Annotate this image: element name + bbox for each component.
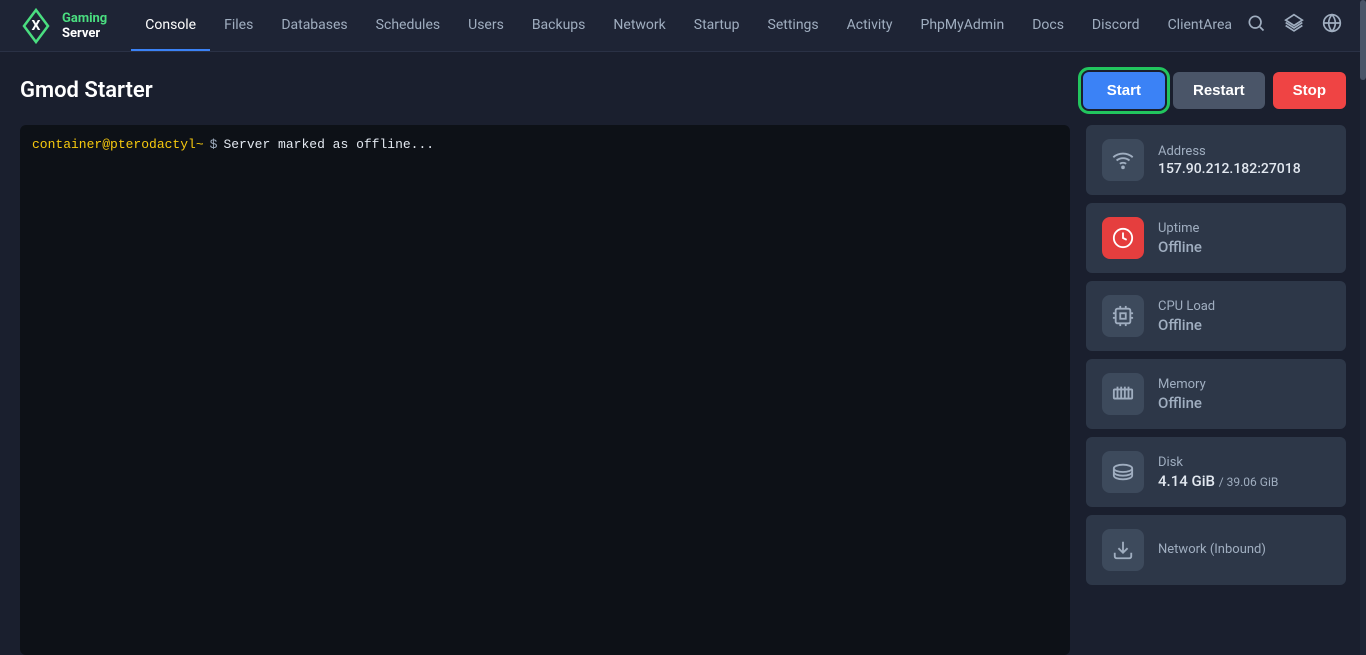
download-icon [1102,529,1144,571]
stat-label-uptime: Uptime [1158,221,1202,236]
console-panel[interactable]: container@pterodactyl~ $ Server marked a… [20,125,1070,655]
button-group: Start Restart Stop [1083,72,1346,109]
stat-info-disk: Disk 4.14 GiB / 39.06 GiB [1158,455,1278,490]
memory-icon [1102,373,1144,415]
nav-item-backups[interactable]: Backups [518,0,600,51]
nav-item-network[interactable]: Network [599,0,679,51]
stat-label-address: Address [1158,144,1301,159]
svg-text:X: X [32,18,41,34]
stat-card-memory: Memory Offline [1086,359,1346,429]
nav-item-databases[interactable]: Databases [267,0,361,51]
layers-icon[interactable] [1284,13,1304,38]
stat-info-uptime: Uptime Offline [1158,221,1202,256]
scrollbar-track[interactable] [1360,0,1366,655]
stat-label-disk: Disk [1158,455,1278,470]
console-line: container@pterodactyl~ $ Server marked a… [32,137,1058,152]
stat-value-address: 157.90.212.182:27018 [1158,161,1301,177]
nav-item-phpmyadmin[interactable]: PhpMyAdmin [906,0,1018,51]
header: X Gaming Server Console Files Databases … [0,0,1366,52]
logo-area: X Gaming Server [16,6,107,46]
nav-item-activity[interactable]: Activity [833,0,907,51]
stat-value-cpu: Offline [1158,316,1215,334]
stat-info-network-inbound: Network (Inbound) [1158,542,1266,559]
stat-card-uptime: Uptime Offline [1086,203,1346,273]
restart-button[interactable]: Restart [1173,72,1265,109]
cpu-icon [1102,295,1144,337]
stat-card-address: Address 157.90.212.182:27018 [1086,125,1346,195]
search-icon[interactable] [1246,13,1266,38]
stats-panel: Address 157.90.212.182:27018 Uptime Offl… [1086,125,1346,655]
page-title: Gmod Starter [20,78,153,103]
stat-card-cpu: CPU Load Offline [1086,281,1346,351]
stat-card-network-inbound: Network (Inbound) [1086,515,1346,585]
main-nav: Console Files Databases Schedules Users … [131,0,1246,51]
nav-item-clientarea[interactable]: ClientArea [1154,0,1246,51]
nav-item-docs[interactable]: Docs [1018,0,1078,51]
header-right [1246,13,1366,38]
stat-info-memory: Memory Offline [1158,377,1206,412]
nav-item-console[interactable]: Console [131,0,210,51]
globe-icon[interactable] [1322,13,1342,38]
console-separator: $ [210,137,218,152]
console-output: Server marked as offline... [223,137,434,152]
content-area: container@pterodactyl~ $ Server marked a… [20,125,1346,655]
main-content: Gmod Starter Start Restart Stop containe… [0,52,1366,655]
stat-value-uptime: Offline [1158,238,1202,256]
page-header: Gmod Starter Start Restart Stop [20,72,1346,109]
nav-item-settings[interactable]: Settings [754,0,833,51]
nav-item-files[interactable]: Files [210,0,267,51]
nav-item-schedules[interactable]: Schedules [362,0,454,51]
stop-button[interactable]: Stop [1273,72,1346,109]
stat-label-cpu: CPU Load [1158,299,1215,314]
nav-item-users[interactable]: Users [454,0,518,51]
stat-info-cpu: CPU Load Offline [1158,299,1215,334]
stat-value-memory: Offline [1158,394,1206,412]
start-button[interactable]: Start [1083,72,1165,109]
logo-text: Gaming Server [62,11,107,41]
nav-item-startup[interactable]: Startup [680,0,754,51]
console-prompt: container@pterodactyl~ [32,137,204,152]
clock-icon [1102,217,1144,259]
stat-card-disk: Disk 4.14 GiB / 39.06 GiB [1086,437,1346,507]
wifi-icon [1102,139,1144,181]
stat-info-address: Address 157.90.212.182:27018 [1158,144,1301,177]
stat-value-disk: 4.14 GiB / 39.06 GiB [1158,472,1278,490]
scrollbar-thumb[interactable] [1360,0,1366,80]
disk-icon [1102,451,1144,493]
stat-label-memory: Memory [1158,377,1206,392]
nav-item-discord[interactable]: Discord [1078,0,1154,51]
stat-label-network-inbound: Network (Inbound) [1158,542,1266,557]
logo-icon: X [16,6,56,46]
